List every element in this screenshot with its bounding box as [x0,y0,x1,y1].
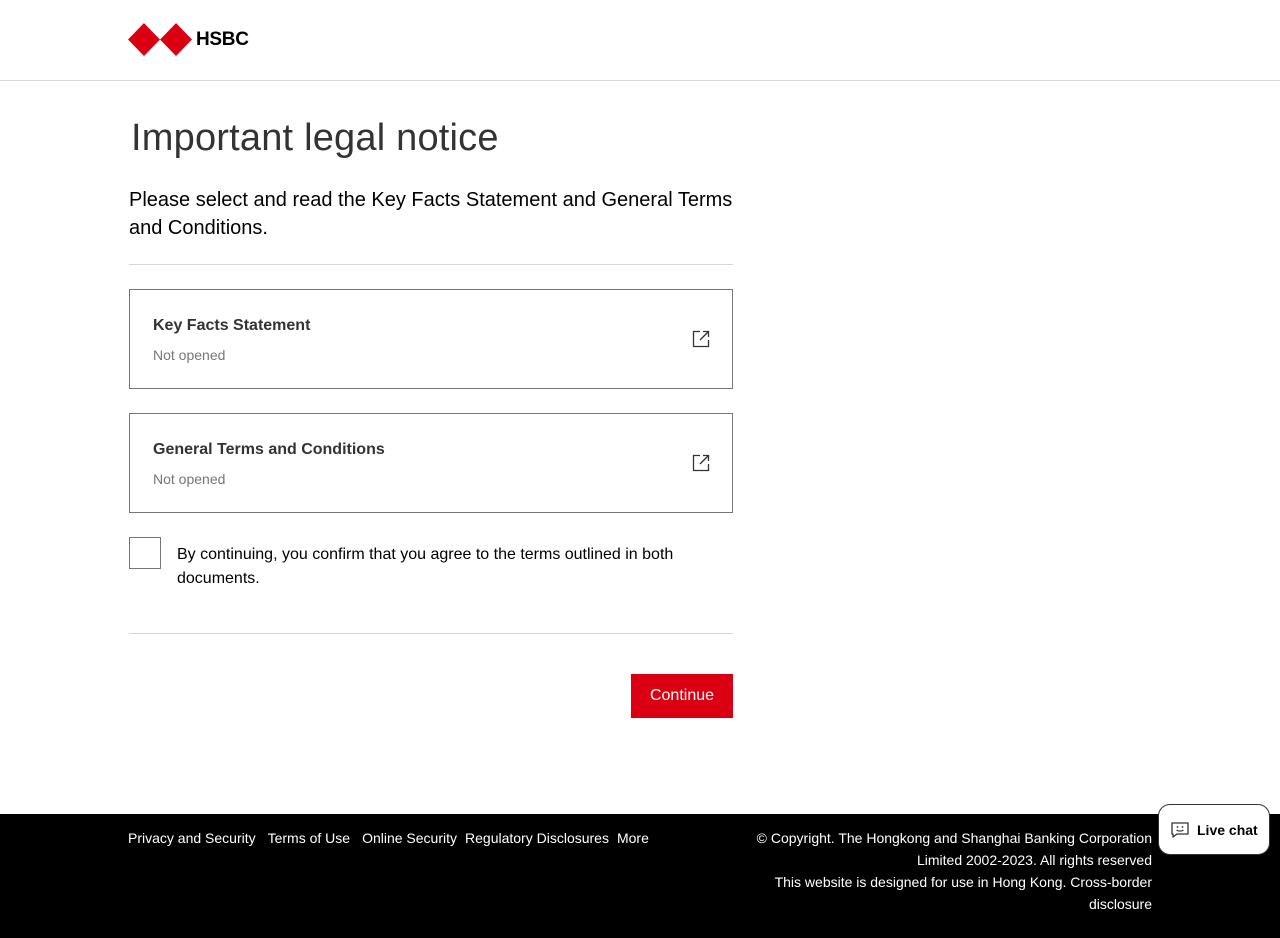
divider [129,264,733,265]
hsbc-hexagon-logo-icon [128,23,192,56]
external-link-icon [692,454,710,472]
footer-link-terms[interactable]: Terms of Use [268,830,350,846]
footer-link-online-security[interactable]: Online Security [362,830,457,846]
chat-icon [1171,821,1189,838]
hsbc-logo[interactable]: HSBC [128,23,249,56]
document-title: Key Facts Statement [153,317,311,334]
general-terms-card[interactable]: General Terms and Conditions Not opened [129,413,733,513]
site-footer: Privacy and Security Terms of Use Online… [0,814,1280,938]
continue-button[interactable]: Continue [631,674,733,718]
footer-link-privacy[interactable]: Privacy and Security [128,830,256,846]
live-chat-button[interactable]: Live chat [1158,804,1270,855]
page-title: Important legal notice [131,117,499,159]
divider [129,633,733,634]
logo-text: HSBC [196,28,249,50]
footer-links: Privacy and Security Terms of Use Online… [128,830,661,846]
key-facts-statement-card[interactable]: Key Facts Statement Not opened [129,289,733,389]
consent-text: By continuing, you confirm that you agre… [177,546,674,587]
footer-link-regulatory[interactable]: Regulatory Disclosures [465,830,609,846]
consent-checkbox[interactable] [129,537,161,569]
live-chat-label: Live chat [1197,821,1258,838]
external-link-icon [692,330,710,348]
disclosure-text[interactable]: This website is designed for use in Hong… [712,871,1152,915]
footer-link-more[interactable]: More [617,830,649,846]
document-status: Not opened [153,347,226,363]
intro-text: Please select and read the Key Facts Sta… [129,189,733,239]
site-header: HSBC [0,0,1280,81]
document-title: General Terms and Conditions [153,441,385,458]
document-status: Not opened [153,471,226,487]
copyright-text: © Copyright. The Hongkong and Shanghai B… [756,830,1152,868]
footer-legal: © Copyright. The Hongkong and Shanghai B… [712,827,1152,915]
